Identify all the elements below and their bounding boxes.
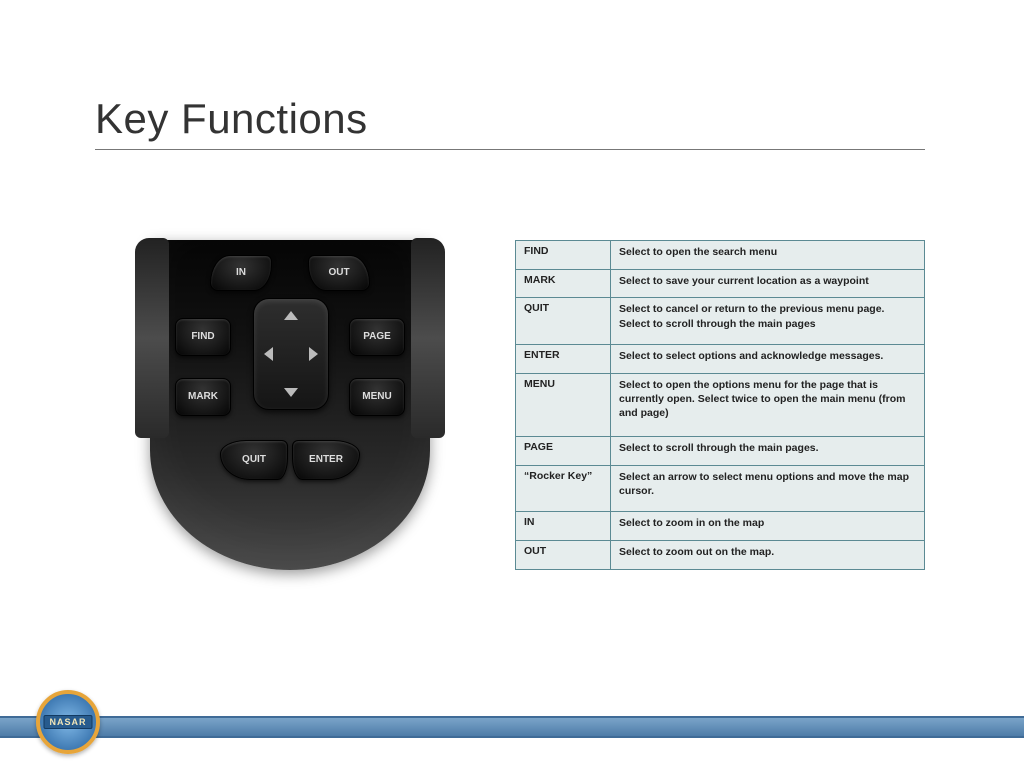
cell-key: IN [516, 512, 611, 541]
table-row: INSelect to zoom in on the map [516, 512, 925, 541]
table-row: ENTERSelect to select options and acknow… [516, 344, 925, 373]
cell-key: ENTER [516, 344, 611, 373]
cell-desc: Select to zoom in on the map [611, 512, 925, 541]
footer-bar [0, 716, 1024, 738]
slide-title: Key Functions [95, 95, 925, 150]
table-row: OUTSelect to zoom out on the map. [516, 541, 925, 570]
table-body: FINDSelect to open the search menu MARKS… [516, 241, 925, 570]
table-row: QUITSelect to cancel or return to the pr… [516, 298, 925, 344]
cell-key: OUT [516, 541, 611, 570]
device-button-page: PAGE [349, 318, 405, 356]
device-right-rail [411, 238, 445, 438]
table-row: FINDSelect to open the search menu [516, 241, 925, 270]
device-left-rail [135, 238, 169, 438]
device-image: IN OUT FIND PAGE MARK MENU QUIT ENTER [95, 240, 485, 570]
table-row: MENUSelect to open the options menu for … [516, 373, 925, 437]
cell-desc: Select to cancel or return to the previo… [611, 298, 925, 344]
device-button-in: IN [210, 255, 272, 291]
nasar-logo: NASAR [36, 690, 100, 754]
cell-desc: Select to open the options menu for the … [611, 373, 925, 437]
cell-desc: Select an arrow to select menu options a… [611, 466, 925, 512]
arrow-up-icon [284, 311, 298, 320]
logo-text: NASAR [43, 715, 92, 729]
device-button-mark: MARK [175, 378, 231, 416]
table-row: “Rocker Key”Select an arrow to select me… [516, 466, 925, 512]
content-row: IN OUT FIND PAGE MARK MENU QUIT ENTER FI… [95, 240, 925, 570]
cell-desc: Select to select options and acknowledge… [611, 344, 925, 373]
cell-desc: Select to zoom out on the map. [611, 541, 925, 570]
cell-key: QUIT [516, 298, 611, 344]
cell-key: MARK [516, 269, 611, 298]
cell-key: “Rocker Key” [516, 466, 611, 512]
device-rocker-key [253, 298, 329, 410]
cell-desc: Select to open the search menu [611, 241, 925, 270]
arrow-left-icon [264, 347, 273, 361]
table-row: PAGESelect to scroll through the main pa… [516, 437, 925, 466]
device-button-find: FIND [175, 318, 231, 356]
cell-key: FIND [516, 241, 611, 270]
arrow-down-icon [284, 388, 298, 397]
cell-desc: Select to scroll through the main pages. [611, 437, 925, 466]
device-button-quit: QUIT [220, 440, 288, 480]
cell-key: MENU [516, 373, 611, 437]
device-button-out: OUT [308, 255, 370, 291]
slide: Key Functions IN OUT FIND PAGE MARK MENU… [0, 0, 1024, 768]
device-button-menu: MENU [349, 378, 405, 416]
table-row: MARKSelect to save your current location… [516, 269, 925, 298]
key-functions-table: FINDSelect to open the search menu MARKS… [515, 240, 925, 570]
cell-desc: Select to save your current location as … [611, 269, 925, 298]
arrow-right-icon [309, 347, 318, 361]
cell-key: PAGE [516, 437, 611, 466]
